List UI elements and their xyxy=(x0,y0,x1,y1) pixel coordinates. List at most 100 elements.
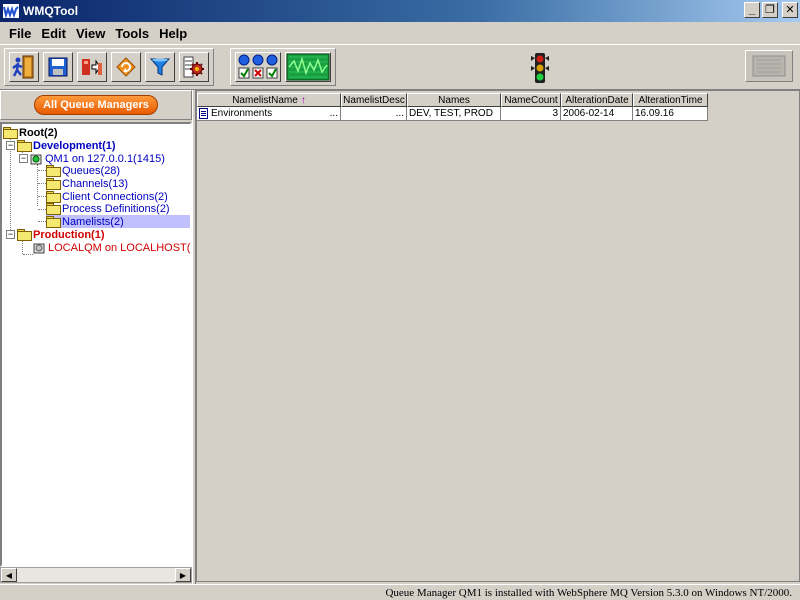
column-header-namecount[interactable]: NameCount xyxy=(501,93,561,107)
queue-manager-icon xyxy=(33,243,45,253)
tree-label: Queues(28) xyxy=(62,164,121,177)
tree-line xyxy=(38,170,46,171)
tree-node-process-definitions[interactable]: Process Definitions(2) xyxy=(46,202,170,215)
window-title: WMQTool xyxy=(23,4,79,18)
table-row[interactable]: Environments ... ... DEV, TEST, PROD 3 2… xyxy=(197,107,708,121)
window-controls: _ ❐ ✕ xyxy=(744,2,798,18)
tree-line xyxy=(38,183,46,184)
collapse-icon[interactable]: − xyxy=(6,230,15,239)
panel-toggle-button[interactable] xyxy=(745,50,793,82)
toolbar-group-status xyxy=(230,48,336,86)
title-bar: WMQTool _ ❐ ✕ xyxy=(0,0,800,22)
close-button[interactable]: ✕ xyxy=(782,2,798,18)
toolbar-group-main xyxy=(4,48,214,86)
tree-node-production[interactable]: − Production(1) xyxy=(6,228,105,241)
status-check-icon xyxy=(238,54,278,79)
save-button[interactable] xyxy=(43,52,73,82)
cell-text: Environments xyxy=(211,108,273,119)
column-header-alterationtime[interactable]: AlterationTime xyxy=(633,93,708,107)
menu-edit[interactable]: Edit xyxy=(36,26,71,41)
tree-label: Client Connections(2) xyxy=(62,190,168,203)
folder-icon xyxy=(46,165,61,177)
folder-icon xyxy=(17,229,32,241)
tree-label: QM1 on 127.0.0.1(1415) xyxy=(45,152,165,165)
table-header-row: NamelistName ↑ NamelistDesc Names NameCo… xyxy=(197,93,708,107)
exit-button[interactable] xyxy=(9,52,39,82)
tree-line xyxy=(10,138,11,232)
namelist-table: NamelistName ↑ NamelistDesc Names NameCo… xyxy=(197,93,708,121)
exit-icon xyxy=(12,55,34,79)
tree-label: Development(1) xyxy=(33,139,116,152)
sort-ascending-icon: ↑ xyxy=(300,94,306,106)
cell-namelistname[interactable]: Environments ... xyxy=(197,107,341,121)
tree-node-root[interactable]: Root(2) xyxy=(3,126,58,139)
scroll-right-icon[interactable]: ▶ xyxy=(175,568,191,582)
ellipsis-button[interactable]: ... xyxy=(330,108,338,119)
scroll-left-icon[interactable]: ◀ xyxy=(1,568,17,582)
folder-icon xyxy=(3,127,18,139)
tree-label: Namelists(2) xyxy=(62,215,124,228)
left-panel: All Queue Managers Root(2) − Development… xyxy=(0,90,192,585)
minimize-button[interactable]: _ xyxy=(744,2,760,18)
queue-manager-icon xyxy=(30,154,42,164)
menu-file[interactable]: File xyxy=(4,26,36,41)
column-header-alterationdate[interactable]: AlterationDate xyxy=(561,93,633,107)
folder-icon xyxy=(46,216,61,228)
status-text: Queue Manager QM1 is installed with WebS… xyxy=(385,586,792,599)
settings-icon xyxy=(183,56,204,78)
tree-line xyxy=(38,209,46,210)
tree-line xyxy=(38,221,46,222)
tree-label: LOCALQM on LOCALHOST( xyxy=(48,241,191,254)
menu-view[interactable]: View xyxy=(71,26,110,41)
tree-node-development[interactable]: − Development(1) xyxy=(6,139,116,152)
tree-label: Process Definitions(2) xyxy=(62,202,170,215)
traffic-light-icon xyxy=(528,51,552,85)
tree-line xyxy=(22,240,23,254)
tree-node-localqm[interactable]: LOCALQM on LOCALHOST( xyxy=(33,241,190,254)
all-queue-managers-button[interactable]: All Queue Managers xyxy=(34,95,158,115)
cell-namecount[interactable]: 3 xyxy=(501,107,561,121)
tree-label: Channels(13) xyxy=(62,177,129,190)
status-check-button[interactable] xyxy=(235,52,281,82)
filter-icon xyxy=(149,58,171,76)
folder-icon xyxy=(17,140,32,152)
namelist-icon xyxy=(199,108,208,119)
tree-line xyxy=(23,254,33,255)
folder-icon xyxy=(46,191,61,203)
tree-node-channels[interactable]: Channels(13) xyxy=(46,177,128,190)
toolbar xyxy=(0,44,800,90)
ellipsis-button[interactable]: ... xyxy=(396,108,404,119)
tree-node-queues[interactable]: Queues(28) xyxy=(46,164,120,177)
column-header-label: NamelistName xyxy=(232,94,298,106)
settings-button[interactable] xyxy=(179,52,209,82)
connect-button[interactable] xyxy=(77,52,107,82)
app-icon xyxy=(3,4,19,18)
monitor-icon xyxy=(286,53,330,81)
collapse-icon[interactable]: − xyxy=(6,141,15,150)
tree-label: Production(1) xyxy=(33,228,105,241)
menu-help[interactable]: Help xyxy=(154,26,192,41)
column-header-namelistdesc[interactable]: NamelistDesc xyxy=(341,93,407,107)
connect-icon xyxy=(82,59,102,75)
refresh-button[interactable] xyxy=(111,52,141,82)
status-bar: Queue Manager QM1 is installed with WebS… xyxy=(0,584,800,600)
filter-button[interactable] xyxy=(145,52,175,82)
tree-node-namelists[interactable]: Namelists(2) xyxy=(46,215,190,228)
monitor-button[interactable] xyxy=(285,52,331,82)
cell-namelistdesc[interactable]: ... xyxy=(341,107,407,121)
folder-icon xyxy=(46,203,61,215)
menu-bar: File Edit View Tools Help xyxy=(0,22,800,44)
cell-names[interactable]: DEV, TEST, PROD xyxy=(407,107,501,121)
restore-button[interactable]: ❐ xyxy=(762,2,778,18)
menu-tools[interactable]: Tools xyxy=(110,26,154,41)
namelist-table-panel: NamelistName ↑ NamelistDesc Names NameCo… xyxy=(196,90,800,582)
collapse-icon[interactable]: − xyxy=(19,154,28,163)
cell-alterationdate[interactable]: 2006-02-14 xyxy=(561,107,633,121)
tree-label: Root(2) xyxy=(19,126,58,139)
tree-horizontal-scrollbar[interactable]: ◀ ▶ xyxy=(0,567,192,583)
column-header-namelistname[interactable]: NamelistName ↑ xyxy=(197,93,341,107)
tree-line xyxy=(38,196,46,197)
queue-manager-tree: Root(2) − Development(1) − QM1 on 127.0.… xyxy=(0,122,192,567)
cell-alterationtime[interactable]: 16.09.16 xyxy=(633,107,708,121)
column-header-names[interactable]: Names xyxy=(407,93,501,107)
